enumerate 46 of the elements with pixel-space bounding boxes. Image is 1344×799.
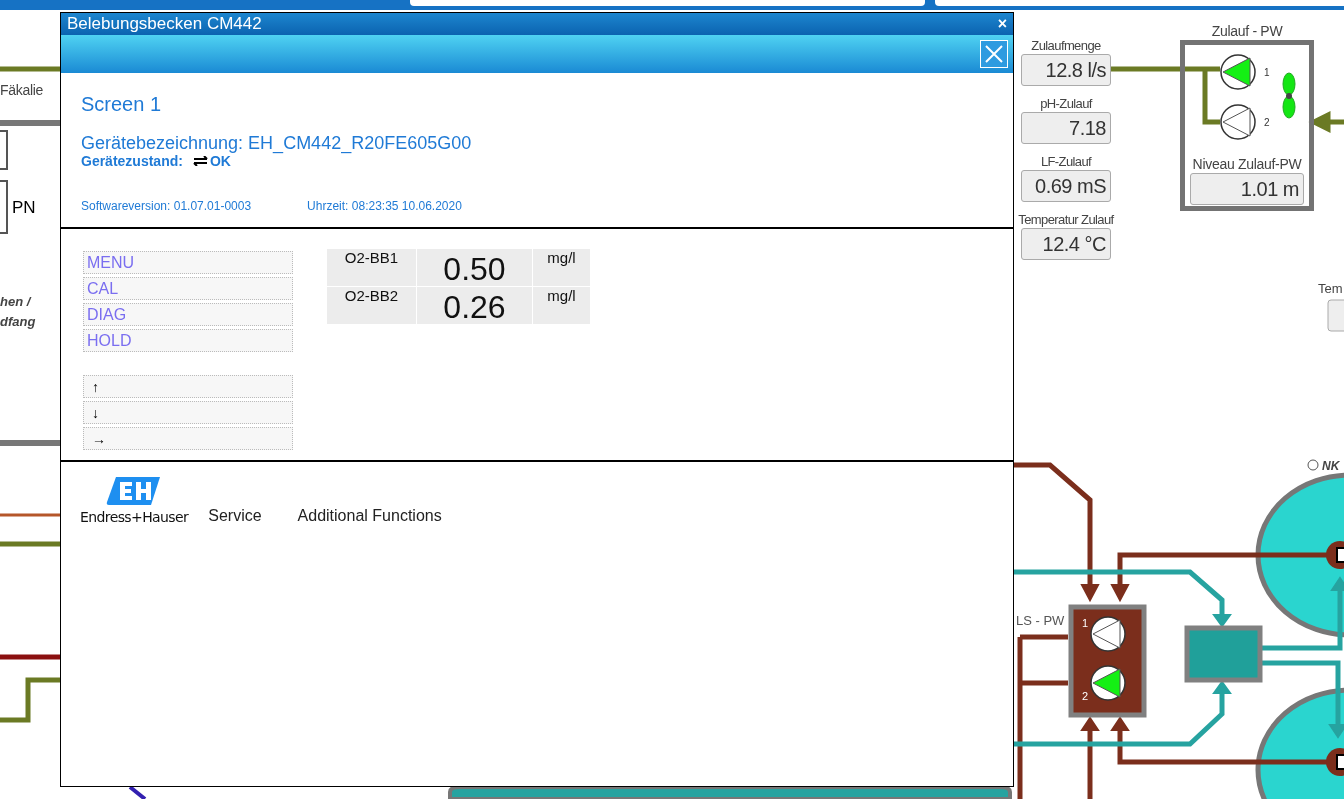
pump-number: 2 [1264, 117, 1270, 128]
nav-button[interactable]: ↑ [83, 375, 293, 398]
menu-button[interactable]: HOLD [83, 329, 293, 352]
device-name: Gerätebezeichnung: EH_CM442_R20FE605G00 [81, 133, 473, 153]
footer-link[interactable]: Service [208, 507, 262, 525]
reading-value: 0.69 mS [1021, 170, 1111, 202]
reading-label: Temperatur Zulauf [1018, 211, 1114, 228]
software-version: Softwareversion: 01.07.01-0003 [81, 199, 252, 213]
pump-number: 1 [1264, 67, 1270, 78]
note-text: dfang [0, 313, 36, 331]
window-title: Belebungsbecken CM442 [67, 14, 262, 34]
pump-number: 1 [1082, 617, 1089, 629]
measurement-name: O2-BB2 [327, 287, 416, 324]
note-text: hen / [0, 293, 33, 311]
menu-button[interactable]: MENU [83, 251, 293, 274]
level-label: Niveau Zulauf-PW [1192, 156, 1302, 172]
level-value: 1.01 m [1190, 173, 1304, 205]
nav-button[interactable]: → [83, 427, 293, 450]
screen-title: Screen 1 [81, 93, 163, 116]
close-button[interactable]: × [997, 15, 1007, 33]
reading-value: 12.4 °C [1021, 228, 1111, 260]
measurement-value: 0.26 [417, 287, 532, 324]
status-value: OK [209, 153, 231, 169]
pump-number: 2 [1082, 690, 1089, 702]
tank-label: NK [1322, 459, 1340, 473]
station-title: LS - PW [1016, 613, 1065, 628]
brand-name: Endress+Hauser [80, 509, 189, 525]
footer-link[interactable]: Additional Functions [297, 507, 442, 525]
menu-button[interactable]: CAL [83, 277, 293, 300]
field-label: PN [12, 198, 36, 217]
time-text: Uhrzeit: 08:23:35 10.06.2020 [307, 199, 462, 213]
menu-button[interactable]: DIAG [83, 303, 293, 326]
reading-label: LF-Zulauf [1040, 153, 1092, 170]
area-label: Fäkalie [0, 82, 44, 98]
reading-label: pH-Zulauf [1040, 95, 1092, 112]
reading-value: 12.8 l/s [1021, 54, 1111, 86]
status-label: Gerätezustand: [81, 153, 183, 169]
reading-value: 7.18 [1021, 112, 1111, 144]
nav-button[interactable]: ↓ [83, 401, 293, 424]
temperature-label: Tem [1318, 281, 1343, 296]
station-title: Zulauf - PW [1211, 23, 1283, 39]
measurement-name: O2-BB1 [327, 249, 416, 286]
measurement-value: 0.50 [417, 249, 532, 286]
measurement-unit: mg/l [533, 287, 590, 324]
measurement-unit: mg/l [533, 249, 590, 286]
reading-label: Zulaufmenge [1031, 37, 1101, 54]
